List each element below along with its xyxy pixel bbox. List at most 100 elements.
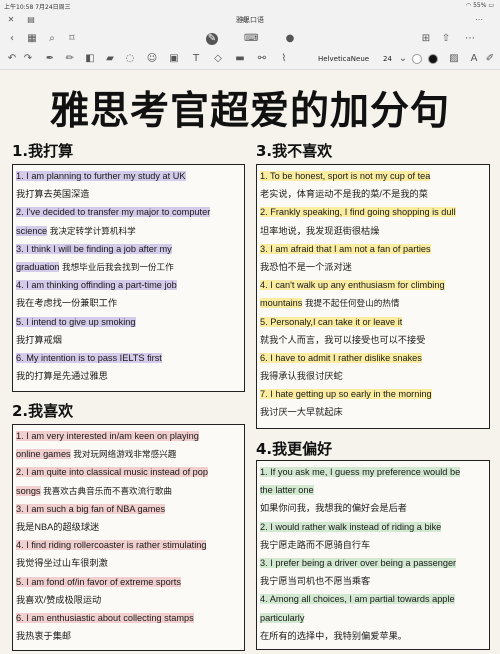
redo-icon[interactable]: ↷ [22, 53, 34, 65]
phrase-line: 我恐怕不是一个派对迷 [260, 258, 486, 276]
lasso-icon[interactable]: ◌ [124, 53, 136, 65]
phrase-translation: 我对玩网络游戏非常感兴趣 [73, 450, 177, 461]
phrase-text: 5. Personaly,I can take it or leave it [260, 316, 403, 327]
phrase-text: 2. I would rather walk instead of riding… [260, 521, 442, 532]
text-icon[interactable]: T [190, 53, 202, 65]
phrase-line: 3. I prefer being a driver over being a … [260, 554, 486, 572]
phrase-text: 我宁愿走路而不愿骑自行车 [260, 539, 371, 550]
phrase-text: 5. I am fond of/in favor of extreme spor… [16, 576, 181, 587]
add-page-icon[interactable]: ⊞ [420, 33, 432, 45]
brush-icon[interactable]: ⌇ [278, 53, 290, 65]
phrase-text: 我的打算是先通过雅思 [16, 371, 108, 382]
pages-icon[interactable]: ⧉ [240, 15, 250, 25]
phrase-text: 我讨厌一大早就起床 [260, 407, 343, 418]
more-icon[interactable]: ⋯ [474, 15, 484, 25]
phrase-line: 我打算去英国深造 [16, 185, 241, 203]
back-icon[interactable]: ‹ [6, 33, 18, 45]
font-size-select[interactable]: 24 [383, 55, 392, 63]
phrase-text: 老实说，体育运动不是我的菜/不是我的菜 [260, 189, 428, 200]
microphone-icon[interactable]: ● [284, 33, 296, 45]
phrase-text: 6. I am enthusiastic about collecting st… [16, 612, 194, 623]
phrase-text: 6. My intention is to pass IELTS first [16, 352, 162, 363]
shape-icon[interactable]: ◇ [212, 53, 224, 65]
phrase-line: 5. I intend to give up smoking [16, 313, 241, 331]
phrase-text: 4. I am thinking offinding a part-time j… [16, 280, 177, 291]
text-background-icon[interactable]: ▨ [448, 53, 460, 65]
phrase-line: 5. Personaly,I can take it or leave it [260, 313, 486, 331]
pen-tool-icon[interactable]: ✎ [206, 33, 218, 45]
text-edit-icon[interactable]: ✐ [484, 53, 496, 65]
more-options-icon[interactable]: ⋯ [464, 33, 476, 45]
phrase-line: science 我决定转学计算机科学 [16, 222, 241, 240]
title-bar: ✕ ▤ 雅思口语 ⧉ ⋯ [0, 12, 500, 30]
phrase-text: online games [16, 449, 71, 460]
phrase-translation: 我提不起任何登山的热情 [304, 299, 400, 310]
phrase-translation: 我喜欢古典音乐而不喜欢流行歌曲 [43, 486, 173, 497]
phrase-line: 3. I am afraid that I am not a fan of pa… [260, 240, 486, 258]
phrase-text: 我在考虑找一份兼职工作 [16, 298, 118, 309]
phrase-text: 我是NBA的超级球迷 [16, 521, 100, 532]
phrase-line: 我喜欢/赞成极限运动 [16, 591, 241, 609]
document-title[interactable]: 雅思口语 [0, 15, 500, 25]
phrase-line: particularly [260, 609, 486, 627]
phrase-line: 4. I can't walk up any enthusiasm for cl… [260, 276, 486, 294]
battery-level: 55% [473, 2, 487, 9]
phrase-line: 1. If you ask me, I guess my preference … [260, 463, 486, 481]
highlighter-icon[interactable]: ▰ [104, 53, 116, 65]
phrase-text: 3. I am such a big fan of NBA games [16, 503, 166, 514]
ruler-icon[interactable]: ▬ [234, 53, 246, 65]
note-page: 雅思考官超爱的加分句 1.我打算 1. I am planning to fur… [0, 70, 500, 654]
phrase-line: 4. Among all choices, I am partial towar… [260, 590, 486, 608]
phrase-text: 1. If you ask me, I guess my preference … [260, 467, 461, 477]
phrase-line: 6. I have to admit I rather dislike snak… [260, 349, 486, 367]
pen-icon[interactable]: ✒ [44, 53, 56, 65]
phrase-line: 4. I am thinking offinding a part-time j… [16, 276, 241, 294]
main-toolbar: ‹ ▦ ⌕ ⌑ ✎ ⌨ ● ⊞ ⇧ ⋯ [0, 30, 500, 48]
phrase-text: 3. I am afraid that I am not a fan of pa… [260, 243, 431, 254]
phrase-line: 4. I find riding rollercoaster is rather… [16, 536, 241, 554]
bookmark-icon[interactable]: ⌑ [66, 33, 78, 45]
phrase-text: 2. Frankly speaking, I find going shoppi… [260, 207, 456, 218]
phrase-translation: 我决定转学计算机科学 [49, 226, 136, 237]
phrase-text: 7. I hate getting up so early in the mor… [260, 389, 432, 400]
phrase-line: 3. I am such a big fan of NBA games [16, 500, 241, 518]
phrase-line: 我得承认我很讨厌蛇 [260, 367, 486, 385]
color-swatch-black[interactable] [428, 54, 438, 64]
phrase-text: 就我个人而言，我可以接受也可以不接受 [260, 334, 426, 345]
share-icon[interactable]: ⇧ [440, 33, 452, 45]
sticker-icon[interactable]: ☺ [146, 53, 158, 65]
status-time: 上午10:58 7月24日周三 [4, 4, 71, 11]
text-style-icon[interactable]: A [468, 53, 480, 65]
phrase-text: particularly [260, 612, 305, 623]
phrase-text: 2. I've decided to transfer my major to … [16, 207, 211, 218]
phrase-line: 2. I would rather walk instead of riding… [260, 518, 486, 536]
phrase-line: 1. I am planning to further my study at … [16, 167, 241, 185]
phrase-line: 我的打算是先通过雅思 [16, 367, 241, 385]
phrase-line: 我宁愿走路而不愿骑自行车 [260, 536, 486, 554]
chevron-down-icon[interactable]: ⌄ [397, 53, 409, 65]
phrase-text: 我得承认我很讨厌蛇 [260, 371, 343, 382]
font-name-select[interactable]: HelveticaNeue [318, 55, 369, 63]
keyboard-icon[interactable]: ⌨ [244, 33, 258, 45]
phrase-line: online games 我对玩网络游戏非常感兴趣 [16, 445, 241, 463]
phrase-line: 1. To be honest, sport is not my cup of … [260, 167, 486, 185]
section-box: 1. To be honest, sport is not my cup of … [256, 164, 490, 429]
phrase-line: 在所有的选择中，我特别偏爱苹果。 [260, 627, 486, 645]
color-swatch-white[interactable] [412, 54, 422, 64]
image-icon[interactable]: ▣ [168, 53, 180, 65]
undo-icon[interactable]: ↶ [6, 53, 18, 65]
link-icon[interactable]: ⚯ [256, 53, 268, 65]
eraser-icon[interactable]: ◧ [84, 53, 96, 65]
phrase-line: graduation 我想毕业后我会找到一份工作 [16, 258, 241, 276]
phrase-line: 我打算戒烟 [16, 331, 241, 349]
search-icon[interactable]: ⌕ [46, 33, 58, 45]
phrase-line: 我是NBA的超级球迷 [16, 518, 241, 536]
pencil-icon[interactable]: ✏ [64, 53, 76, 65]
phrase-text: graduation [16, 261, 60, 272]
phrase-line: 老实说，体育运动不是我的菜/不是我的菜 [260, 185, 486, 203]
phrase-line: 我热衷于集邮 [16, 627, 241, 645]
phrase-line: 3. I think I will be finding a job after… [16, 240, 241, 258]
phrase-text: 1. I am very interested in/am keen on pl… [16, 431, 199, 441]
phrase-line: 坦率地说，我发现逛街很枯燥 [260, 222, 486, 240]
grid-icon[interactable]: ▦ [26, 33, 38, 45]
